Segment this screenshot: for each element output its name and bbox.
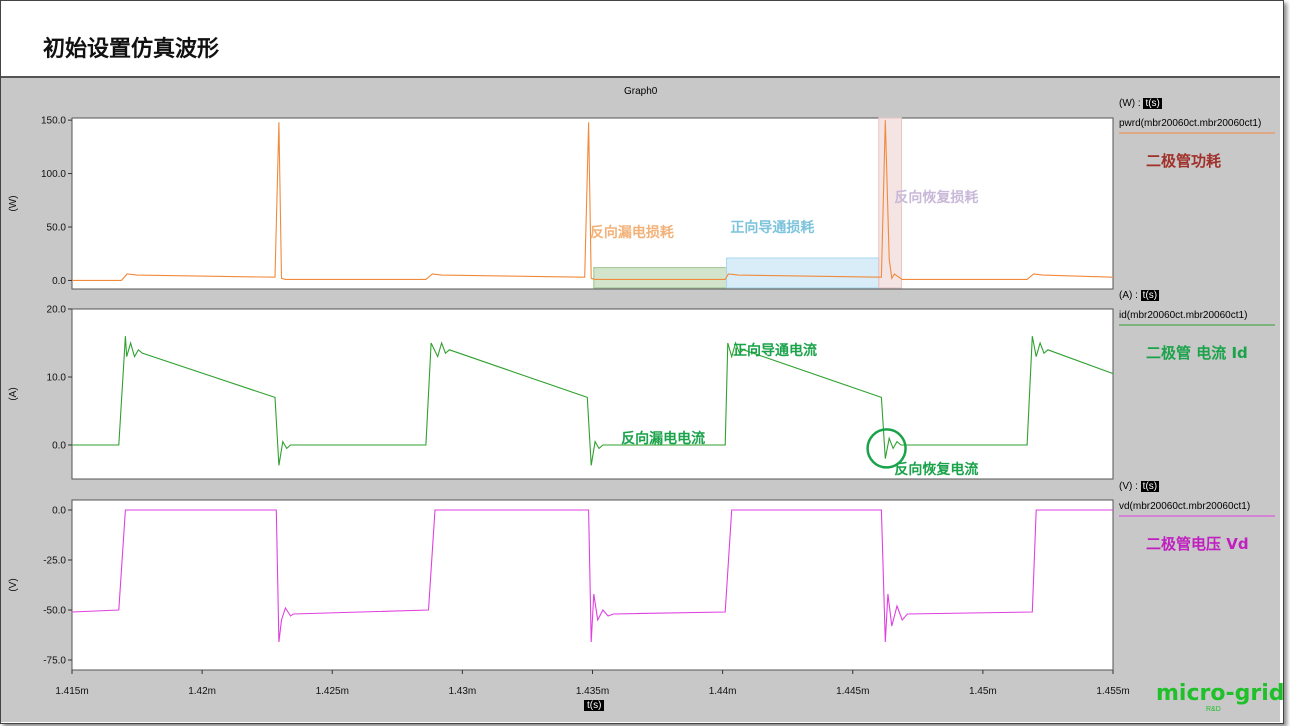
x-tick-label: 1.43m (448, 686, 476, 697)
x-tick-label: 1.455m (1096, 686, 1129, 697)
series-title: 二极管电压 Vd (1146, 535, 1249, 553)
x-tick-label: 1.45m (969, 686, 997, 697)
legend-series-name: id(mbr20060ct.mbr20060ct1) (1119, 310, 1248, 321)
y-axis-label: (A) (8, 387, 19, 400)
annotation-label: 反向恢复损耗 (894, 190, 979, 207)
y-tick-label: 150.0 (41, 116, 66, 127)
legend-unit: (A) : t(s) (1119, 290, 1160, 301)
y-tick-label: 100.0 (41, 169, 66, 180)
plot-area-2 (71, 308, 1114, 480)
plot-area-3 (71, 499, 1114, 671)
x-tick-label: 1.44m (709, 686, 737, 697)
legend-unit: (W) : t(s) (1119, 98, 1162, 109)
y-tick-label: 0.0 (52, 276, 66, 287)
brand-sub: R&D (1206, 706, 1221, 713)
annotation-label: 反向恢复电流 (894, 461, 979, 478)
y-axis-label: (W) (8, 195, 19, 211)
legend-axis-box: t(s) (1143, 98, 1162, 109)
legend-series-name: pwrd(mbr20060ct.mbr20060ct1) (1119, 118, 1262, 129)
x-tick-label: 1.435m (576, 686, 609, 697)
y-tick-label: 20.0 (47, 305, 67, 316)
y-tick-label: 50.0 (47, 223, 67, 234)
legend-series-name: vd(mbr20060ct.mbr20060ct1) (1119, 501, 1251, 512)
y-tick-label: -75.0 (43, 656, 66, 667)
annotation-label: 正向导通损耗 (730, 220, 815, 236)
legend-axis-box: t(s) (1140, 481, 1160, 492)
annotation-label: 反向漏电电流 (621, 431, 706, 448)
chart-canvas: 150.0 100.0 50.0 0.0 (W) 20.0 10.0 0.0 (A) 0.0 -25… (8, 116, 1275, 697)
y-tick-label: -50.0 (43, 606, 66, 617)
y-tick-label: 10.0 (47, 373, 67, 384)
series-title: 二极管 电流 Id (1146, 344, 1248, 362)
highlight-region (726, 257, 880, 289)
x-tick-label: 1.42m (188, 686, 216, 697)
x-tick-label: 1.425m (316, 686, 349, 697)
x-tick-label: 1.415m (55, 686, 88, 697)
annotation-label: 反向漏电损耗 (589, 225, 674, 242)
series-title: 二极管功耗 (1146, 152, 1222, 170)
x-tick-label: 1.445m (836, 686, 869, 697)
legend-unit: (V) : t(s) (1119, 481, 1160, 492)
y-tick-label: -25.0 (43, 556, 66, 567)
y-axis-label: (V) (8, 578, 19, 591)
annotation-label: 正向导通电流 (733, 342, 818, 359)
y-tick-label: 0.0 (52, 441, 66, 452)
x-axis-label: t(s) (584, 700, 605, 711)
y-tick-label: 0.0 (52, 506, 66, 517)
legend-axis-box: t(s) (1140, 290, 1160, 301)
highlight-region (593, 267, 728, 289)
brand-logo: micro-grid (1156, 681, 1285, 706)
